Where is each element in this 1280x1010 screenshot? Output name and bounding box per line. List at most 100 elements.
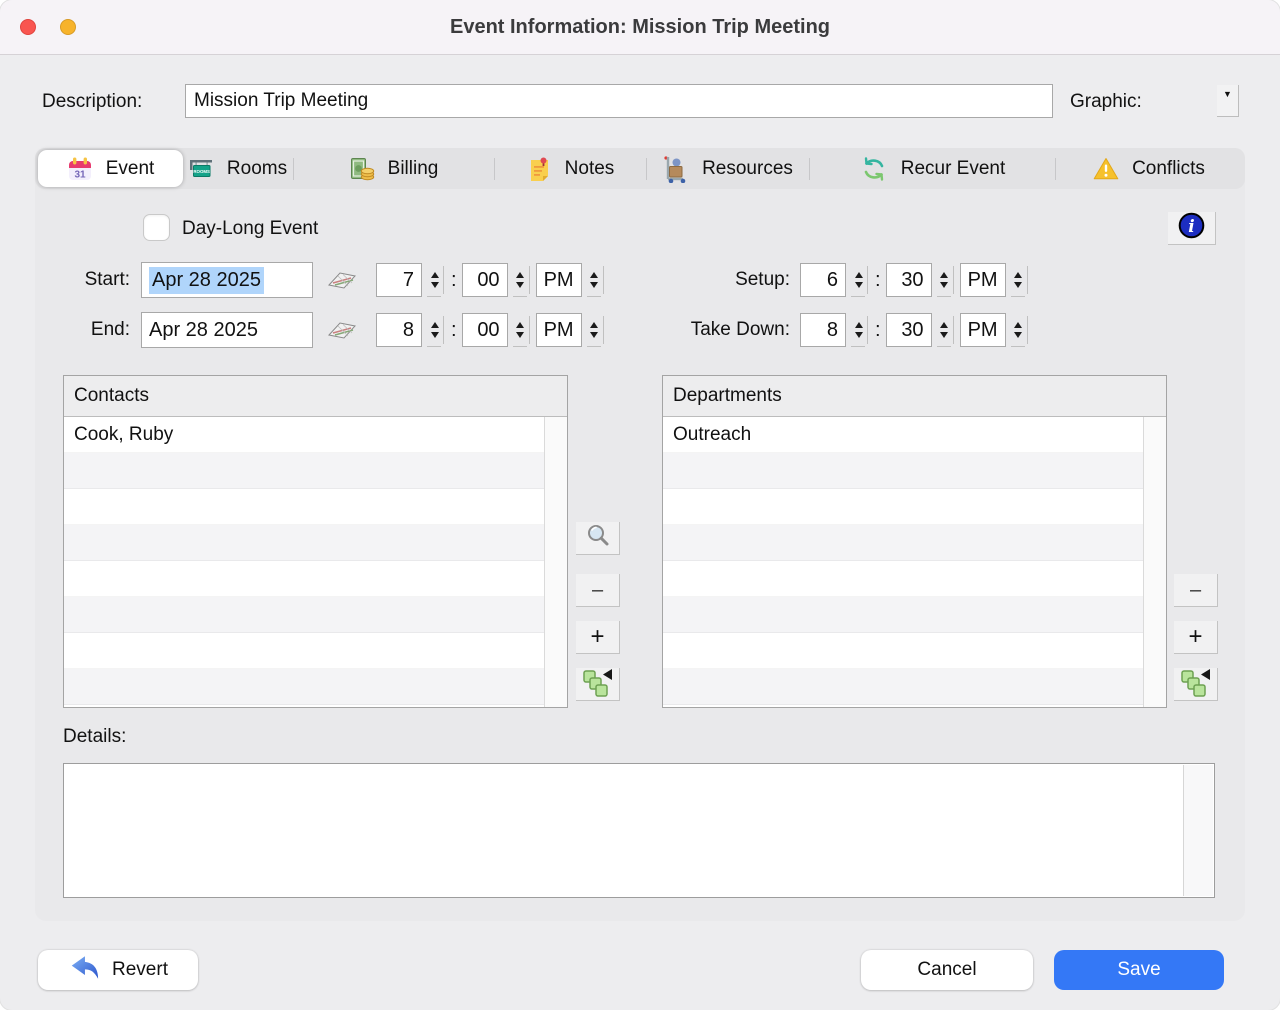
contact-row[interactable]: Cook, Ruby (64, 417, 567, 453)
end-date-input[interactable]: Apr 28 2025 (141, 312, 313, 348)
info-button[interactable]: i (1168, 212, 1216, 245)
minimize-window-button[interactable] (60, 19, 76, 35)
tab-billing[interactable]: Billing (294, 150, 494, 187)
end-meridiem-stepper[interactable] (585, 313, 604, 347)
description-input[interactable]: Mission Trip Meeting (185, 84, 1053, 118)
start-meridiem-stepper[interactable] (585, 263, 604, 297)
save-button[interactable]: Save (1054, 950, 1224, 990)
tab-resources[interactable]: Resources (647, 150, 809, 187)
department-row[interactable] (663, 561, 1166, 597)
handtruck-icon (663, 155, 689, 183)
departments-body: Outreach (663, 417, 1166, 707)
contacts-header: Contacts (64, 376, 567, 417)
take-down-hour-input[interactable]: 8 (800, 313, 846, 347)
start-date-picker-icon[interactable] (326, 268, 358, 292)
end-meridiem-input[interactable]: PM (536, 313, 582, 347)
contact-row[interactable] (64, 525, 567, 561)
setup-hour-stepper[interactable] (849, 263, 868, 297)
contact-row[interactable] (64, 453, 567, 489)
end-minute-stepper[interactable] (511, 313, 530, 347)
setup-meridiem-stepper[interactable] (1009, 263, 1028, 297)
departments-header: Departments (663, 376, 1166, 417)
cancel-button[interactable]: Cancel (861, 950, 1033, 990)
setup-meridiem-input[interactable]: PM (960, 263, 1006, 297)
start-date-input[interactable]: Apr 28 2025 (141, 262, 313, 298)
take-down-time-group: 8 : 30 PM (800, 313, 1028, 347)
department-row[interactable] (663, 489, 1166, 525)
contact-row[interactable] (64, 633, 567, 669)
event-information-window: Event Information: Mission Trip Meeting … (0, 0, 1280, 1010)
take-down-minute-input[interactable]: 30 (886, 313, 932, 347)
info-icon: i (1177, 211, 1206, 245)
start-row: Start: Apr 28 2025 7 : 00 PM (63, 262, 604, 298)
titlebar: Event Information: Mission Trip Meeting (0, 0, 1280, 55)
end-minute-input[interactable]: 00 (462, 313, 508, 347)
graphic-dropdown-button[interactable]: ▼ (1217, 85, 1239, 117)
contact-row[interactable] (64, 669, 567, 705)
contacts-add-button[interactable]: + (576, 621, 620, 654)
departments-multi-add-button[interactable] (1174, 668, 1218, 701)
details-scrollbar[interactable] (1183, 765, 1213, 896)
start-hour-input[interactable]: 7 (376, 263, 422, 297)
setup-minute-input[interactable]: 30 (886, 263, 932, 297)
start-minute-stepper[interactable] (511, 263, 530, 297)
department-row[interactable] (663, 669, 1166, 705)
department-row[interactable] (663, 597, 1166, 633)
contacts-search-button[interactable] (576, 522, 620, 555)
tab-notes-label: Notes (565, 158, 615, 180)
time-colon: : (875, 319, 881, 342)
setup-hour-input[interactable]: 6 (800, 263, 846, 297)
note-icon (527, 156, 552, 182)
departments-remove-button[interactable]: – (1174, 574, 1218, 607)
end-date-picker-icon[interactable] (326, 318, 358, 342)
department-row[interactable]: Outreach (663, 417, 1166, 453)
take-down-meridiem-input[interactable]: PM (960, 313, 1006, 347)
contact-row[interactable] (64, 489, 567, 525)
end-hour-stepper[interactable] (425, 313, 444, 347)
department-row[interactable] (663, 453, 1166, 489)
setup-minute-stepper[interactable] (935, 263, 954, 297)
department-row[interactable] (663, 633, 1166, 669)
end-date-value: Apr 28 2025 (149, 319, 258, 342)
contacts-scrollbar[interactable] (544, 417, 567, 707)
take-down-hour-stepper[interactable] (849, 313, 868, 347)
revert-button[interactable]: Revert (38, 950, 198, 990)
contacts-remove-button[interactable]: – (576, 574, 620, 607)
end-row: End: Apr 28 2025 8 : 00 PM (63, 312, 604, 348)
end-time-group: 8 : 00 PM (376, 313, 604, 347)
start-label: Start: (63, 269, 130, 291)
take-down-minute-stepper[interactable] (935, 313, 954, 347)
departments-add-button[interactable]: + (1174, 621, 1218, 654)
tab-conflicts[interactable]: Conflicts (1056, 150, 1242, 187)
start-meridiem-input[interactable]: PM (536, 263, 582, 297)
day-long-event-checkbox[interactable] (143, 214, 170, 241)
tab-rooms[interactable]: ROOMS Rooms (183, 150, 293, 187)
contact-row[interactable] (64, 561, 567, 597)
take-down-label: Take Down: (672, 319, 790, 341)
details-textarea[interactable] (63, 763, 1215, 898)
tab-rooms-label: Rooms (227, 158, 287, 180)
tab-notes[interactable]: Notes (495, 150, 646, 187)
department-row[interactable] (663, 525, 1166, 561)
start-minute-input[interactable]: 00 (462, 263, 508, 297)
contact-row[interactable] (64, 597, 567, 633)
setup-time-group: 6 : 30 PM (800, 263, 1028, 297)
time-colon: : (451, 269, 457, 292)
window-title: Event Information: Mission Trip Meeting (450, 16, 830, 39)
cancel-button-label: Cancel (917, 959, 976, 981)
tab-billing-label: Billing (388, 158, 439, 180)
revert-button-label: Revert (112, 959, 168, 981)
graphic-label: Graphic: (1070, 91, 1142, 113)
close-window-button[interactable] (20, 19, 36, 35)
start-date-value: Apr 28 2025 (149, 267, 264, 294)
description-label: Description: (42, 91, 142, 113)
tab-conflicts-label: Conflicts (1132, 158, 1205, 180)
take-down-row: Take Down: 8 : 30 PM (672, 312, 1028, 348)
end-hour-input[interactable]: 8 (376, 313, 422, 347)
start-hour-stepper[interactable] (425, 263, 444, 297)
contacts-multi-add-button[interactable] (576, 668, 620, 701)
departments-scrollbar[interactable] (1143, 417, 1166, 707)
take-down-meridiem-stepper[interactable] (1009, 313, 1028, 347)
tab-event[interactable]: 31 Event (38, 150, 183, 187)
tab-recur-event[interactable]: Recur Event (810, 150, 1055, 187)
